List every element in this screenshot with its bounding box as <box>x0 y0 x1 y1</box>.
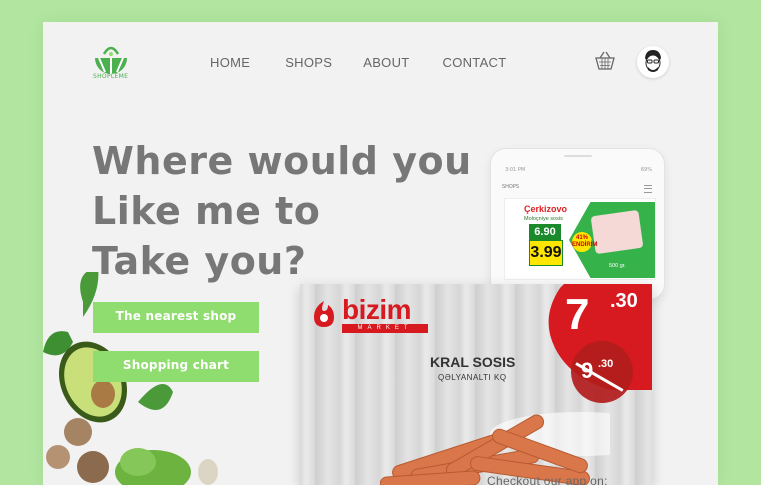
promo-brand: Çerkizovo <box>524 204 568 214</box>
headline-line-1: Where would you <box>92 139 472 183</box>
sausages-image <box>380 412 610 485</box>
promo-weight: 500 gr. <box>609 263 626 269</box>
headline-line-2: Like me to <box>92 189 321 233</box>
promo-subtitle: Molоçniye sosis <box>524 216 563 222</box>
nav-contact[interactable]: CONTACT <box>443 55 507 70</box>
promo-discount-badge: 41% ENDİRİM <box>572 232 597 252</box>
phone-speaker <box>564 155 592 157</box>
promo-new-price: 3.99 <box>529 240 563 266</box>
new-price-main: 7 <box>565 290 590 339</box>
promo-banner[interactable]: bizim MARKET KRAL SOSIS QƏLYANALTI KQ 7 … <box>300 284 652 485</box>
user-face-icon <box>645 50 661 72</box>
old-price-decimal: .30 <box>598 358 614 370</box>
avatar[interactable] <box>637 46 669 78</box>
promo-card[interactable]: Çerkizovo Molоçniye sosis 6.90 3.99 41% … <box>504 198 656 280</box>
phone-time: 3:01 PM <box>505 167 526 173</box>
phone-screen-title: SHOPS <box>502 184 520 190</box>
logo-text: SHOPLEME <box>93 73 129 80</box>
shopping-chart-button[interactable]: Shopping chart <box>93 351 259 382</box>
banner-product-sub: QƏLYANALTI KQ <box>438 373 507 382</box>
store-logo-sub: MARKET <box>342 324 428 333</box>
nav-about[interactable]: ABOUT <box>363 55 409 70</box>
new-price-decimal: .30 <box>610 290 638 312</box>
main-card: SHOPLEME HOME SHOPS ABOUT CONTACT Where … <box>43 22 718 485</box>
main-nav: HOME SHOPS ABOUT CONTACT <box>210 55 541 70</box>
nearest-shop-button[interactable]: The nearest shop <box>93 302 259 333</box>
hero-headline: Where would you Like me to Take you? <box>92 136 472 286</box>
basket-icon[interactable] <box>594 51 616 71</box>
store-logo-text: bizim <box>342 294 412 325</box>
checkout-app-text: Checkout our app on: <box>487 474 608 485</box>
promo-old-price: 6.90 <box>529 224 561 240</box>
nav-shops[interactable]: SHOPS <box>285 55 332 70</box>
bizim-logo-icon <box>314 301 334 327</box>
phone-signal: 69% <box>640 167 652 173</box>
banner-product-name: KRAL SOSIS <box>430 354 516 370</box>
phone-mockup: 3:01 PM 69% SHOPS Çerkizovo Molоçniye so… <box>490 148 665 300</box>
hamburger-menu-icon[interactable] <box>644 185 652 193</box>
promo-product-image <box>590 209 644 255</box>
nav-home[interactable]: HOME <box>210 55 250 70</box>
